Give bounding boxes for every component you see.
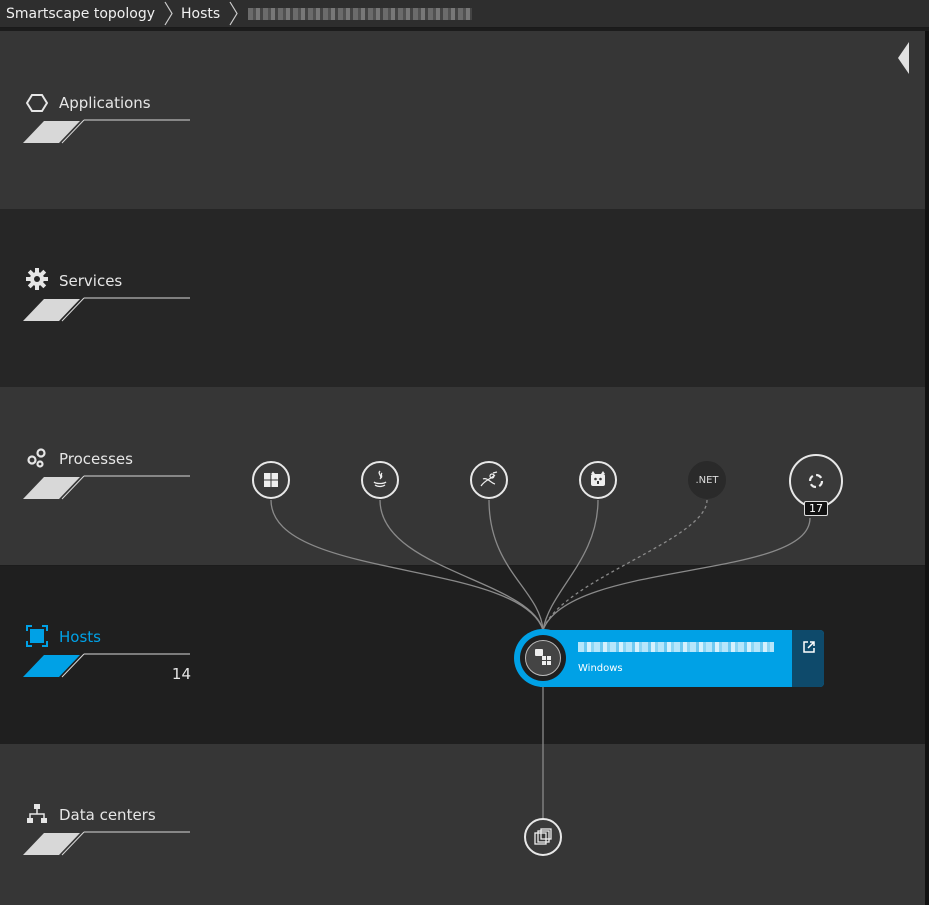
dotnet-icon: .NET bbox=[695, 474, 719, 486]
host-name-redacted[interactable] bbox=[578, 642, 774, 652]
datacenter-node[interactable] bbox=[524, 818, 562, 856]
process-node-java[interactable] bbox=[361, 461, 399, 499]
process-group-count-badge: 17 bbox=[804, 501, 828, 516]
tomcat-icon bbox=[591, 471, 605, 486]
windows-icon bbox=[264, 473, 278, 487]
process-node-tomcat[interactable] bbox=[579, 461, 617, 499]
open-host-button[interactable] bbox=[792, 630, 824, 687]
host-card[interactable]: Windows bbox=[540, 630, 824, 687]
host-node[interactable] bbox=[514, 629, 572, 687]
process-node-group[interactable] bbox=[789, 454, 843, 508]
host-os-label: Windows bbox=[578, 663, 623, 674]
process-node-windows[interactable] bbox=[252, 461, 290, 499]
process-node-dotnet[interactable]: .NET bbox=[688, 461, 726, 499]
windows-host-icon bbox=[535, 649, 551, 665]
external-link-icon bbox=[803, 641, 815, 653]
bug-process-icon bbox=[480, 471, 498, 487]
process-node-bug[interactable] bbox=[470, 461, 508, 499]
topology-connections bbox=[270, 499, 811, 818]
process-group-icon bbox=[808, 473, 824, 489]
datacenter-icon bbox=[534, 828, 552, 845]
java-icon bbox=[373, 470, 387, 488]
